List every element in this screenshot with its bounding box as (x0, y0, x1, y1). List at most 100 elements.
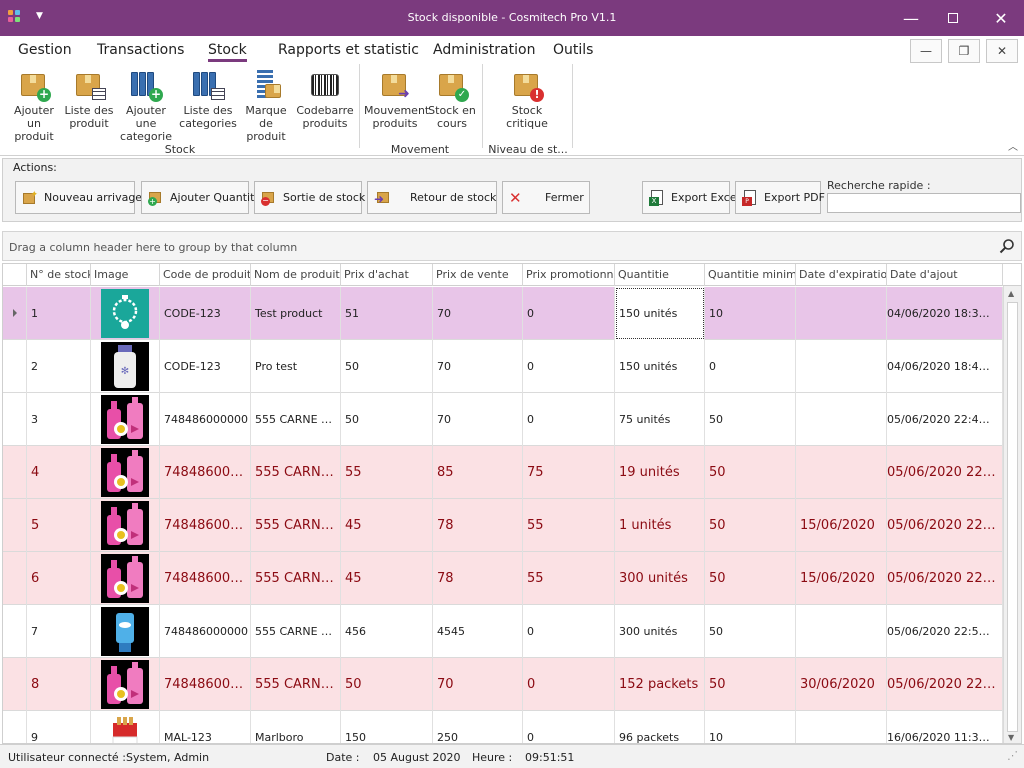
grid-cell[interactable]: Pro test (251, 340, 341, 393)
grid-cell[interactable]: 300 unités (615, 605, 705, 658)
tab-administration[interactable]: Administration (433, 42, 535, 58)
grid-cell[interactable]: 10 (705, 711, 796, 743)
export-pdf-button[interactable]: P Export PDF (735, 181, 825, 214)
column-header[interactable]: Date d'expiration (796, 264, 887, 286)
nouveau-arrivage-button[interactable]: ✦ Nouveau arrivage (15, 181, 142, 214)
tab-transactions[interactable]: Transactions (97, 42, 184, 58)
stock-en-cours-button[interactable]: ✓ Stock en cours (426, 68, 478, 130)
tab-gestion[interactable]: Gestion (18, 42, 72, 58)
ajouter-categorie-button[interactable]: + Ajouter une categorie (116, 68, 176, 143)
grid-cell[interactable]: 555 CARNE ... (251, 552, 341, 605)
close-window-button[interactable]: ✕ (978, 0, 1024, 36)
grid-cell[interactable]: 7484860000... (160, 446, 251, 499)
grid-cell[interactable] (796, 605, 887, 658)
grid-cell[interactable]: 1 unités (615, 499, 705, 552)
grid-cell[interactable]: 45 (341, 499, 433, 552)
grid-cell[interactable]: 05/06/2020 22:58:51 (887, 605, 1003, 658)
grid-cell[interactable]: 250 (433, 711, 523, 743)
grid-cell[interactable]: 96 packets (615, 711, 705, 743)
product-image-cell[interactable] (91, 605, 160, 658)
grid-cell[interactable]: 04/06/2020 18:40:03 (887, 340, 1003, 393)
mouvement-produits-button[interactable]: ➜ Mouvement produits (364, 68, 429, 130)
grid-cell[interactable]: 0 (523, 340, 615, 393)
grid-cell[interactable]: Marlboro (251, 711, 341, 743)
grid-cell[interactable]: 7 (27, 605, 91, 658)
resize-grip-icon[interactable]: ⋰ (1007, 749, 1018, 762)
scroll-up-icon[interactable]: ▲ (1008, 289, 1014, 298)
product-image-cell[interactable] (91, 393, 160, 446)
mdi-close-button[interactable]: ✕ (986, 39, 1018, 63)
grid-cell[interactable]: 456 (341, 605, 433, 658)
retour-de-stock-button[interactable]: ➜ Retour de stock (367, 181, 497, 214)
marque-produit-button[interactable]: Marque de produit (238, 68, 294, 143)
grid-cell[interactable]: 150 (341, 711, 433, 743)
grid-cell[interactable]: 16/06/2020 11:37:04 (887, 711, 1003, 743)
scroll-down-icon[interactable]: ▼ (1008, 733, 1014, 742)
product-image-cell[interactable]: ✻ (91, 340, 160, 393)
quick-search-input[interactable] (827, 193, 1021, 213)
grid-cell[interactable]: 75 unités (615, 393, 705, 446)
row-indicator[interactable] (3, 340, 27, 393)
grid-cell[interactable]: 300 unités (615, 552, 705, 605)
table-row[interactable]: 3 748486000000 555 CARNE NO... 50 70 0 75 unit… (3, 393, 1003, 446)
grid-cell[interactable]: 2 (27, 340, 91, 393)
grid-cell[interactable]: 0 (705, 340, 796, 393)
column-header[interactable]: Code de produit (160, 264, 251, 286)
grid-cell[interactable]: 50 (341, 340, 433, 393)
table-row[interactable]: 5 7484860000... 555 CARNE ... 45 78 55 1 unité… (3, 499, 1003, 552)
grid-cell[interactable]: 7484860000... (160, 499, 251, 552)
product-image-cell[interactable] (91, 446, 160, 499)
grid-cell[interactable]: 75 (523, 446, 615, 499)
grid-cell[interactable]: 152 packets (615, 658, 705, 711)
column-header[interactable]: Nom de produit (251, 264, 341, 286)
grid-cell[interactable] (796, 287, 887, 340)
grid-cell[interactable]: 04/06/2020 18:34:21 (887, 287, 1003, 340)
grid-cell[interactable]: 8 (27, 658, 91, 711)
grid-cell[interactable]: 51 (341, 287, 433, 340)
column-header[interactable]: N° de stock (27, 264, 91, 286)
product-image-cell[interactable] (91, 711, 160, 743)
grid-cell[interactable]: 9 (27, 711, 91, 743)
mdi-minimize-button[interactable]: — (910, 39, 942, 63)
column-header[interactable]: Prix de vente (433, 264, 523, 286)
grid-cell[interactable]: 0 (523, 605, 615, 658)
grid-cell[interactable]: 70 (433, 340, 523, 393)
grid-cell[interactable]: 555 CARNE NO... (251, 393, 341, 446)
grid-cell[interactable]: 50 (705, 393, 796, 446)
ajouter-produit-button[interactable]: + Ajouter un produit (6, 68, 62, 143)
row-indicator[interactable] (3, 552, 27, 605)
row-indicator[interactable] (3, 499, 27, 552)
codebarre-produits-button[interactable]: Codebarre produits (296, 68, 354, 130)
grid-cell[interactable]: 150 unités (615, 287, 705, 340)
grid-cell[interactable]: 150 unités (615, 340, 705, 393)
product-image-cell[interactable] (91, 287, 160, 340)
maximize-button[interactable] (930, 0, 976, 36)
group-by-panel[interactable]: Drag a column header here to group by th… (2, 231, 1022, 261)
column-header[interactable]: Prix promotionnel (523, 264, 615, 286)
grid-cell[interactable]: 78 (433, 499, 523, 552)
grid-cell[interactable]: 19 unités (615, 446, 705, 499)
column-header[interactable]: Quantitie (615, 264, 705, 286)
mdi-restore-button[interactable]: ❐ (948, 39, 980, 63)
grid-cell[interactable]: 555 CARNE NO... (251, 605, 341, 658)
collapse-ribbon-icon[interactable]: ︿ (1008, 138, 1018, 153)
grid-cell[interactable]: 10 (705, 287, 796, 340)
table-row[interactable]: ✻ 2 CODE-123 Pro test 50 70 0 150 unités 0 04/06/… (3, 340, 1003, 393)
liste-categories-button[interactable]: Liste des categories (178, 68, 238, 130)
grid-cell[interactable]: 55 (523, 552, 615, 605)
column-header[interactable]: Quantitie minim... (705, 264, 796, 286)
grid-cell[interactable]: 05/06/2020 22:5... (887, 658, 1003, 711)
grid-cell[interactable]: 555 CARNE ... (251, 446, 341, 499)
grid-cell[interactable]: 45 (341, 552, 433, 605)
grid-cell[interactable]: CODE-123 (160, 287, 251, 340)
tab-rapports[interactable]: Rapports et statistic (278, 42, 419, 58)
column-header[interactable]: Image (91, 264, 160, 286)
column-header[interactable]: Date d'ajout (887, 264, 1003, 286)
grid-cell[interactable]: 70 (433, 287, 523, 340)
grid-cell[interactable]: 7484860000... (160, 552, 251, 605)
grid-cell[interactable]: 50 (341, 393, 433, 446)
fermer-button[interactable]: ✕ Fermer (502, 181, 590, 214)
grid-cell[interactable]: 3 (27, 393, 91, 446)
grid-cell[interactable]: 1 (27, 287, 91, 340)
grid-cell[interactable]: CODE-123 (160, 340, 251, 393)
